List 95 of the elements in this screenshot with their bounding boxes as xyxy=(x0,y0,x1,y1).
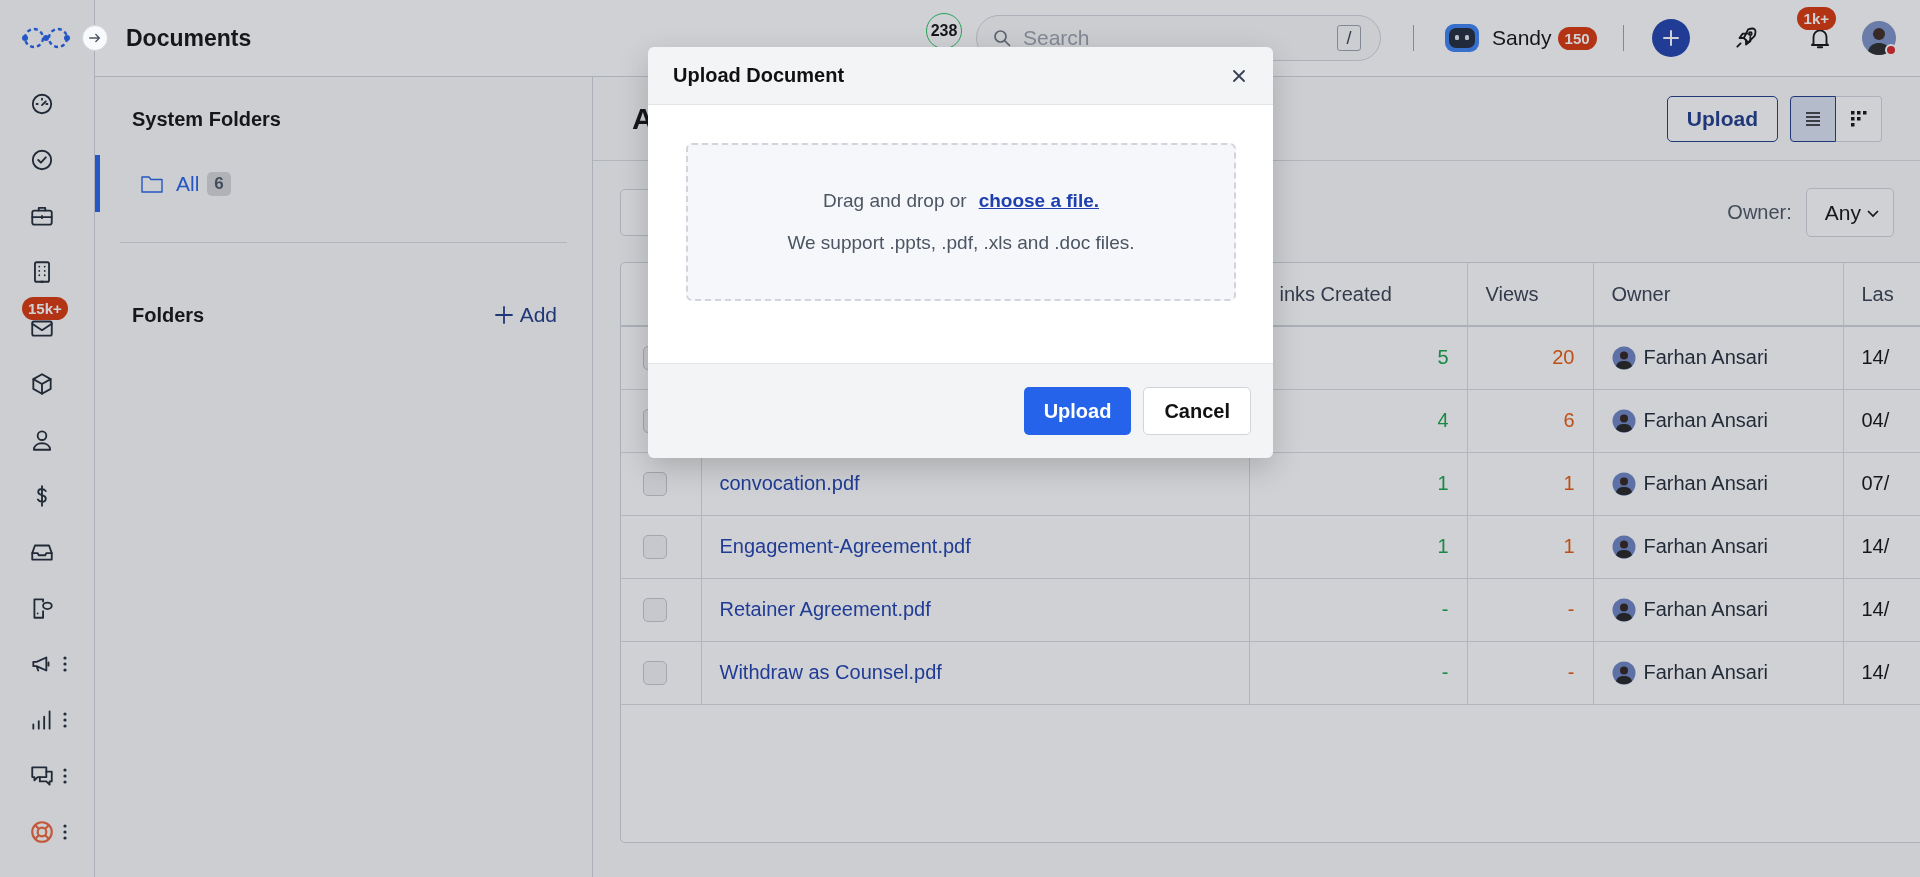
filter-label: Owner: xyxy=(1727,201,1792,224)
table-cell: - xyxy=(1441,598,1449,620)
table-cell: Farhan Ansari xyxy=(1643,661,1768,684)
user-menu[interactable]: Sandy 150 xyxy=(1444,23,1597,53)
count-badge: 6 xyxy=(207,171,231,196)
check-circle-icon xyxy=(29,147,55,173)
grid-view-icon xyxy=(1848,108,1869,129)
row-checkbox[interactable] xyxy=(643,597,667,622)
document-link[interactable]: Retainer Agreement.pdf xyxy=(719,598,931,620)
table-cell: 04/ xyxy=(1861,409,1890,431)
section-heading: Folders xyxy=(132,303,205,327)
avatar-icon xyxy=(1611,408,1636,433)
cube-icon xyxy=(29,371,55,397)
avatar-icon xyxy=(1611,345,1636,370)
choose-file-link[interactable]: choose a file. xyxy=(978,190,1099,212)
more-button[interactable] xyxy=(63,655,67,673)
nav-item[interactable] xyxy=(29,91,55,117)
chat-icon xyxy=(29,763,55,789)
column-header: Owner xyxy=(1611,282,1671,305)
nav-item[interactable] xyxy=(29,371,55,397)
avatar-icon xyxy=(1611,597,1636,622)
section-heading: System Folders xyxy=(132,108,282,131)
more-icon xyxy=(63,823,67,841)
table-cell: 1 xyxy=(1437,472,1449,494)
points-badge: 150 xyxy=(1557,26,1597,50)
column-header: Las xyxy=(1861,282,1894,305)
avatar-icon xyxy=(1611,534,1636,559)
arrow-right-icon xyxy=(88,31,102,45)
view-toggle[interactable] xyxy=(1790,95,1836,142)
more-icon xyxy=(63,711,67,729)
upload-button[interactable]: Upload xyxy=(1023,387,1132,435)
document-link[interactable]: convocation.pdf xyxy=(719,472,860,494)
more-button[interactable] xyxy=(63,823,67,841)
upload-button[interactable]: Upload xyxy=(1666,95,1778,142)
close-button[interactable] xyxy=(1231,67,1247,84)
folder-icon xyxy=(140,173,164,194)
table-cell: - xyxy=(1441,661,1449,683)
drop-instruction: Drag and drop or xyxy=(823,190,967,212)
row-checkbox[interactable] xyxy=(643,471,667,496)
search-icon xyxy=(992,28,1012,48)
table-cell: - xyxy=(1567,661,1575,683)
user-name: Sandy xyxy=(1492,26,1552,50)
table-cell: 07/ xyxy=(1861,472,1890,494)
nav-item[interactable] xyxy=(29,763,55,789)
more-button[interactable] xyxy=(63,767,67,785)
table-cell: Farhan Ansari xyxy=(1643,346,1768,370)
notification-badge: 1k+ xyxy=(1796,7,1837,30)
plus-icon xyxy=(493,305,514,325)
row-checkbox[interactable] xyxy=(643,660,667,685)
drop-zone[interactable]: Drag and drop or choose a file. We support .ppts, .pdf, .xls and .doc files. xyxy=(686,143,1236,301)
profile-button[interactable] xyxy=(1860,20,1897,56)
owner-dropdown[interactable]: Any xyxy=(1805,188,1894,237)
column-header: Views xyxy=(1485,282,1539,305)
avatar-icon xyxy=(1611,471,1636,496)
more-icon xyxy=(63,655,67,673)
shortcut-key: / xyxy=(1337,25,1361,51)
logo-icon xyxy=(20,26,72,50)
more-icon xyxy=(63,767,67,785)
more-button[interactable] xyxy=(63,711,67,729)
notification-badge: 15k+ xyxy=(22,297,68,320)
close-icon xyxy=(1231,67,1247,84)
page-title: Documents xyxy=(126,24,253,52)
dialog-title: Upload Document xyxy=(673,64,845,87)
robot-icon xyxy=(1444,23,1480,53)
row-checkbox[interactable] xyxy=(643,534,667,559)
plus-icon xyxy=(1660,28,1681,48)
table-cell: 5 xyxy=(1437,346,1449,369)
table-cell: 14/ xyxy=(1861,661,1890,683)
expand-button[interactable] xyxy=(82,25,108,51)
table-cell: 6 xyxy=(1563,409,1575,431)
table-cell: 4 xyxy=(1437,409,1449,431)
table-cell: Farhan Ansari xyxy=(1643,535,1768,558)
table-cell: 14/ xyxy=(1861,535,1890,557)
avatar-icon xyxy=(1611,660,1636,685)
table-cell: 20 xyxy=(1552,346,1575,369)
table-cell: 1 xyxy=(1563,472,1575,494)
document-link[interactable]: Engagement-Agreement.pdf xyxy=(719,535,971,557)
column-header: inks Created xyxy=(1279,282,1392,305)
table-cell: - xyxy=(1567,598,1575,620)
table-cell: 1 xyxy=(1563,535,1575,557)
table-cell: 14/ xyxy=(1861,598,1890,620)
table-cell: 14/ xyxy=(1861,346,1890,369)
add-button[interactable] xyxy=(1651,19,1690,57)
table-cell: Farhan Ansari xyxy=(1643,472,1768,495)
avatar-icon xyxy=(1860,20,1897,56)
add-folder-button[interactable]: Add xyxy=(493,303,557,327)
table-cell: Farhan Ansari xyxy=(1643,409,1768,432)
cancel-button[interactable]: Cancel xyxy=(1143,387,1251,435)
document-link[interactable]: Withdraw as Counsel.pdf xyxy=(719,661,942,683)
nav-item[interactable] xyxy=(29,147,55,173)
table-cell: 1 xyxy=(1437,535,1449,557)
lifebuoy-icon xyxy=(29,819,55,845)
speedometer-icon xyxy=(29,91,55,117)
table-cell: Farhan Ansari xyxy=(1643,598,1768,621)
supported-formats-text: We support .ppts, .pdf, .xls and .doc files. xyxy=(787,232,1135,254)
